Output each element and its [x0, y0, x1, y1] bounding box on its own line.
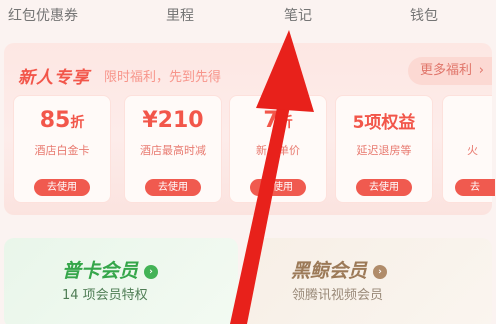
membership-subtitle: 14 项会员特权 [62, 288, 148, 303]
coupon-value: 5项权益 [352, 113, 416, 133]
newcomer-promo-panel: 新人专享 限时福利，先到先得 更多福利 › 85折 酒店白金卡 去使用 ¥210… [4, 43, 495, 215]
coupon-desc: 酒店最高时减 [140, 144, 206, 157]
tab-mileage[interactable]: 里程 [166, 5, 194, 25]
promo-title: 新人专享 [18, 68, 90, 88]
chevron-right-icon: › [478, 63, 484, 78]
coupon-value: 7折 [263, 108, 293, 133]
coupon-desc: 新人单价 [256, 144, 300, 157]
use-coupon-button[interactable]: 去使用 [145, 179, 201, 196]
coupon-card[interactable]: 火 去 [442, 95, 495, 203]
top-tab-bar: 红包优惠券 里程 笔记 钱包 [0, 0, 496, 30]
chevron-right-icon: › [373, 264, 388, 279]
coupon-card[interactable]: 5项权益 延迟退房等 去使用 [335, 95, 433, 203]
more-benefits-label: 更多福利 [419, 63, 472, 78]
use-coupon-button[interactable]: 去 [455, 179, 495, 196]
coupon-desc: 延迟退房等 [356, 144, 412, 157]
use-coupon-button[interactable]: 去使用 [250, 179, 306, 196]
coupon-desc: 火 [467, 144, 478, 157]
more-benefits-button[interactable]: 更多福利 › [407, 57, 492, 85]
coupon-card[interactable]: 7折 新人单价 去使用 [229, 95, 327, 203]
promo-subtitle: 限时福利，先到先得 [104, 70, 222, 85]
coupon-desc: 酒店白金卡 [34, 144, 90, 157]
chevron-right-icon: › [144, 264, 159, 279]
coupon-value: ¥210 [142, 108, 204, 133]
tab-coupons[interactable]: 红包优惠券 [8, 5, 78, 25]
membership-title: 黑鲸会员 › [291, 256, 388, 283]
membership-subtitle: 领腾讯视频会员 [292, 288, 384, 303]
coupon-card[interactable]: ¥210 酒店最高时减 去使用 [124, 95, 222, 203]
app-screen: 红包优惠券 里程 笔记 钱包 新人专享 限时福利，先到先得 更多福利 › 85折… [0, 0, 496, 324]
use-coupon-button[interactable]: 去使用 [34, 179, 90, 196]
standard-membership-card[interactable]: 普卡会员 › 14 项会员特权 [4, 238, 238, 324]
tab-wallet[interactable]: 钱包 [410, 5, 438, 25]
coupon-card[interactable]: 85折 酒店白金卡 去使用 [13, 95, 111, 203]
coupon-value: 85折 [39, 108, 85, 133]
black-whale-membership-card[interactable]: 黑鲸会员 › 领腾讯视频会员 [246, 238, 492, 324]
use-coupon-button[interactable]: 去使用 [356, 179, 412, 196]
membership-title: 普卡会员 › [62, 256, 159, 283]
tab-notes[interactable]: 笔记 [284, 5, 312, 25]
